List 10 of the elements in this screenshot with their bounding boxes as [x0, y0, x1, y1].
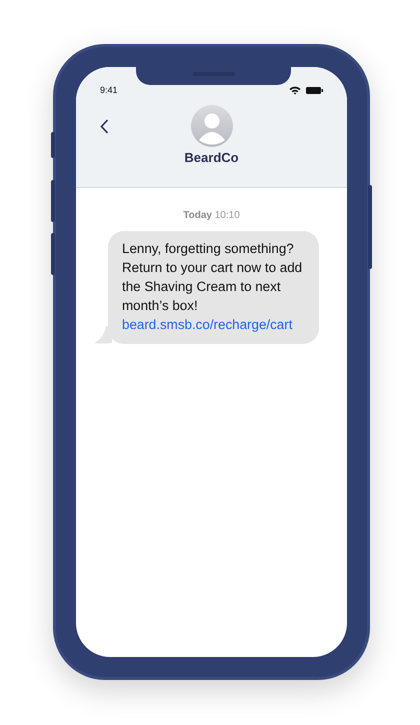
message-timestamp: Today 10:10	[183, 210, 240, 221]
contact-name: BeardCo	[184, 150, 239, 165]
back-icon[interactable]	[100, 119, 109, 134]
wifi-icon	[289, 86, 301, 94]
message-link[interactable]: beard.smsb.co/recharge/cart	[122, 317, 292, 332]
bubble-tail	[94, 326, 112, 344]
status-time: 9:41	[100, 85, 118, 95]
battery-icon	[306, 86, 323, 94]
message-bubble: Lenny, forgetting something? Return to your cart now to add the Shaving Cream to next month’s box! beard.smsb.co/recharge/cart	[108, 231, 319, 344]
avatar-icon	[190, 105, 232, 147]
